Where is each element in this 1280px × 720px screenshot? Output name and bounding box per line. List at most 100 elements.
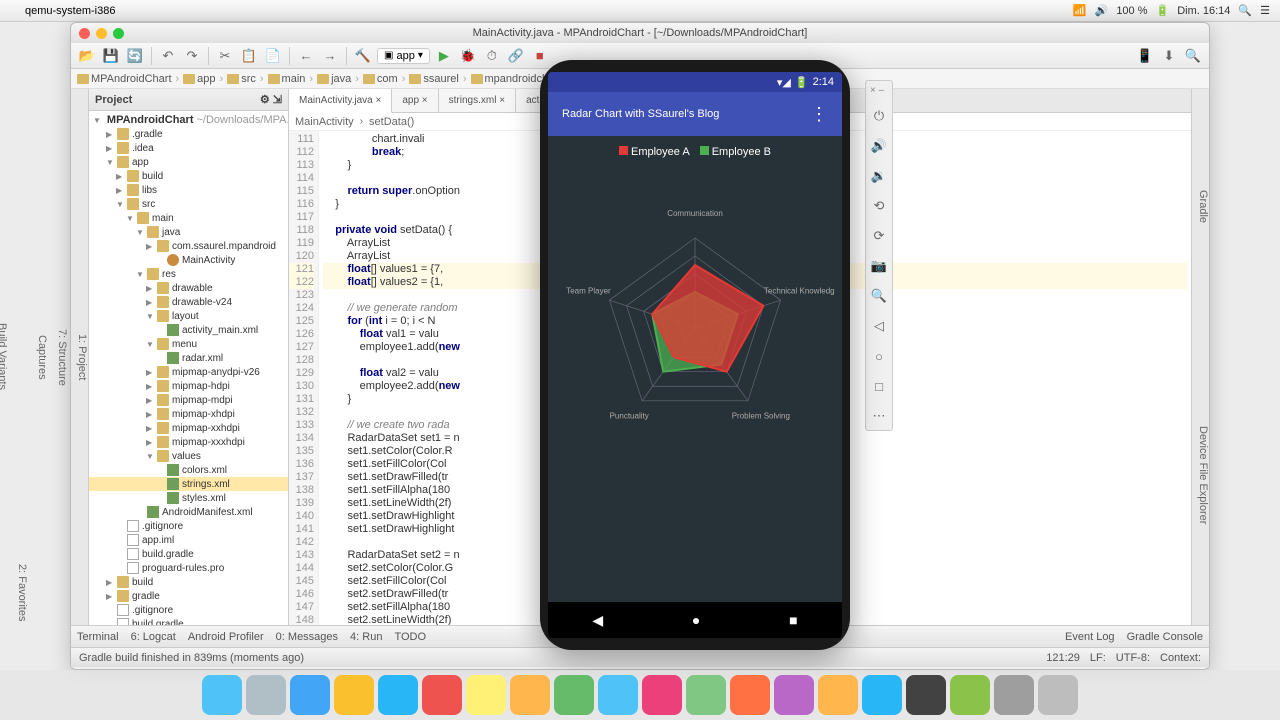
tree-item[interactable]: ▶mipmap-anydpi-v26 xyxy=(89,365,288,379)
back-icon[interactable]: ← xyxy=(296,46,316,66)
status-field[interactable]: UTF-8: xyxy=(1116,652,1150,664)
breadcrumb-item[interactable]: MPAndroidChart xyxy=(77,73,172,85)
nav-back-icon[interactable]: ◀ xyxy=(592,612,603,629)
tree-item[interactable]: ▼main xyxy=(89,211,288,225)
tree-item[interactable]: .gitignore xyxy=(89,603,288,617)
undo-icon[interactable]: ↶ xyxy=(158,46,178,66)
sdk-icon[interactable]: ⬇ xyxy=(1159,46,1179,66)
nav-home-icon[interactable]: ● xyxy=(692,612,700,628)
search-icon[interactable]: 🔍 xyxy=(1238,4,1252,17)
sync-icon[interactable]: 🔄 xyxy=(125,46,145,66)
copy-icon[interactable]: 📋 xyxy=(239,46,259,66)
gradle-tool-button[interactable]: Gradle xyxy=(1197,190,1209,223)
dock-trash-icon[interactable] xyxy=(1038,675,1078,715)
nav-overview-icon[interactable]: ■ xyxy=(789,612,797,628)
breadcrumb-item[interactable]: src xyxy=(227,73,256,85)
project-tree[interactable]: ▼MPAndroidChart ~/Downloads/MPA...▶.grad… xyxy=(89,111,288,625)
dock-notes-icon[interactable] xyxy=(466,675,506,715)
tree-item[interactable]: ▶build xyxy=(89,169,288,183)
menu-icon[interactable]: ☰ xyxy=(1260,4,1270,17)
project-panel-header[interactable]: Project ⚙ ⇲ xyxy=(89,89,288,111)
tree-item[interactable]: MainActivity xyxy=(89,253,288,267)
dock-chrome-icon[interactable] xyxy=(334,675,374,715)
tree-item[interactable]: ▶drawable-v24 xyxy=(89,295,288,309)
tree-item[interactable]: styles.xml xyxy=(89,491,288,505)
tree-item[interactable]: ▼res xyxy=(89,267,288,281)
tree-item[interactable]: ▶.gradle xyxy=(89,127,288,141)
overflow-menu-icon[interactable]: ⋮ xyxy=(810,104,828,125)
dock-messages-icon[interactable] xyxy=(554,675,594,715)
tree-item[interactable]: ▶mipmap-xxxhdpi xyxy=(89,435,288,449)
radar-chart[interactable]: Employee AEmployee B CommunicationTechni… xyxy=(548,136,842,494)
breadcrumb-item[interactable]: java xyxy=(317,73,351,85)
close-button[interactable] xyxy=(79,28,90,39)
tree-item[interactable]: ▶.idea xyxy=(89,141,288,155)
more-icon[interactable]: ⋯ xyxy=(869,406,889,426)
tree-item[interactable]: colors.xml xyxy=(89,463,288,477)
tree-item[interactable]: ▶drawable xyxy=(89,281,288,295)
tree-item[interactable]: ▶mipmap-hdpi xyxy=(89,379,288,393)
breadcrumb-item[interactable]: com xyxy=(363,73,398,85)
power-icon[interactable]: ⏻ xyxy=(869,106,889,126)
dock-maps-icon[interactable] xyxy=(510,675,550,715)
paste-icon[interactable]: 📄 xyxy=(263,46,283,66)
avd-icon[interactable]: 📱 xyxy=(1135,46,1155,66)
tree-item[interactable]: ▶mipmap-xhdpi xyxy=(89,407,288,421)
dock-reminders-icon[interactable] xyxy=(598,675,638,715)
tree-item[interactable]: ▼src xyxy=(89,197,288,211)
status-field[interactable]: Context: xyxy=(1160,652,1201,664)
tree-item[interactable]: ▼app xyxy=(89,155,288,169)
tree-item[interactable]: ▶com.ssaurel.mpandroid xyxy=(89,239,288,253)
dock-ibooks-icon[interactable] xyxy=(818,675,858,715)
clock[interactable]: Dim. 16:14 xyxy=(1177,5,1230,17)
tree-item[interactable]: ▶gradle xyxy=(89,589,288,603)
tree-item[interactable]: ▼java xyxy=(89,225,288,239)
stop-icon[interactable]: ■ xyxy=(530,46,550,66)
open-icon[interactable]: 📂 xyxy=(77,46,97,66)
tree-item[interactable]: strings.xml xyxy=(89,477,288,491)
forward-icon[interactable]: → xyxy=(320,46,340,66)
hammer-icon[interactable]: 🔨 xyxy=(353,46,373,66)
build-variants-tool-button[interactable]: Build Variants xyxy=(0,323,8,390)
project-tool-button[interactable]: 1: Project xyxy=(76,334,88,380)
dock-contacts-icon[interactable] xyxy=(730,675,770,715)
dock-safari-icon[interactable] xyxy=(290,675,330,715)
tree-item[interactable]: proguard-rules.pro xyxy=(89,561,288,575)
dock-terminal-icon[interactable] xyxy=(906,675,946,715)
tree-item[interactable]: build.gradle xyxy=(89,617,288,625)
search-everywhere-icon[interactable]: 🔍 xyxy=(1183,46,1203,66)
tool-tab[interactable]: TODO xyxy=(394,631,426,643)
tree-item[interactable]: ▶build xyxy=(89,575,288,589)
favorites-tool-button[interactable]: 2: Favorites xyxy=(16,564,28,621)
overview-nav-icon[interactable]: □ xyxy=(869,376,889,396)
tree-item[interactable]: ▶mipmap-mdpi xyxy=(89,393,288,407)
editor-tab[interactable]: app × xyxy=(392,89,438,112)
debug-icon[interactable]: 🐞 xyxy=(458,46,478,66)
dock-calendar-icon[interactable] xyxy=(422,675,462,715)
rotate-left-icon[interactable]: ⟲ xyxy=(869,196,889,216)
tree-item[interactable]: ▶mipmap-xxhdpi xyxy=(89,421,288,435)
save-icon[interactable]: 💾 xyxy=(101,46,121,66)
tool-tab[interactable]: Terminal xyxy=(77,631,119,643)
volume-down-icon[interactable]: 🔉 xyxy=(869,166,889,186)
app-name[interactable]: qemu-system-i386 xyxy=(25,5,115,17)
dock-facetime-icon[interactable] xyxy=(686,675,726,715)
editor-tab[interactable]: MainActivity.java × xyxy=(289,89,392,113)
volume-icon[interactable]: 🔊 xyxy=(1095,4,1109,17)
device-explorer-tool-button[interactable]: Device File Explorer xyxy=(1197,426,1209,524)
tree-item[interactable]: activity_main.xml xyxy=(89,323,288,337)
tree-item[interactable]: build.gradle xyxy=(89,547,288,561)
emu-close-icon[interactable]: × – xyxy=(870,85,884,96)
minimize-button[interactable] xyxy=(96,28,107,39)
breadcrumb-item[interactable]: app xyxy=(183,73,215,85)
dock-itunes-icon[interactable] xyxy=(774,675,814,715)
status-field[interactable]: 121:29 xyxy=(1046,652,1080,664)
dock-mail-icon[interactable] xyxy=(378,675,418,715)
run-icon[interactable]: ▶ xyxy=(434,46,454,66)
dock-android-studio-icon[interactable] xyxy=(950,675,990,715)
dock-photos-icon[interactable] xyxy=(642,675,682,715)
tool-tab[interactable]: 0: Messages xyxy=(276,631,338,643)
dock-preferences-icon[interactable] xyxy=(994,675,1034,715)
battery-icon[interactable]: 🔋 xyxy=(1156,4,1170,17)
zoom-icon[interactable]: 🔍 xyxy=(869,286,889,306)
